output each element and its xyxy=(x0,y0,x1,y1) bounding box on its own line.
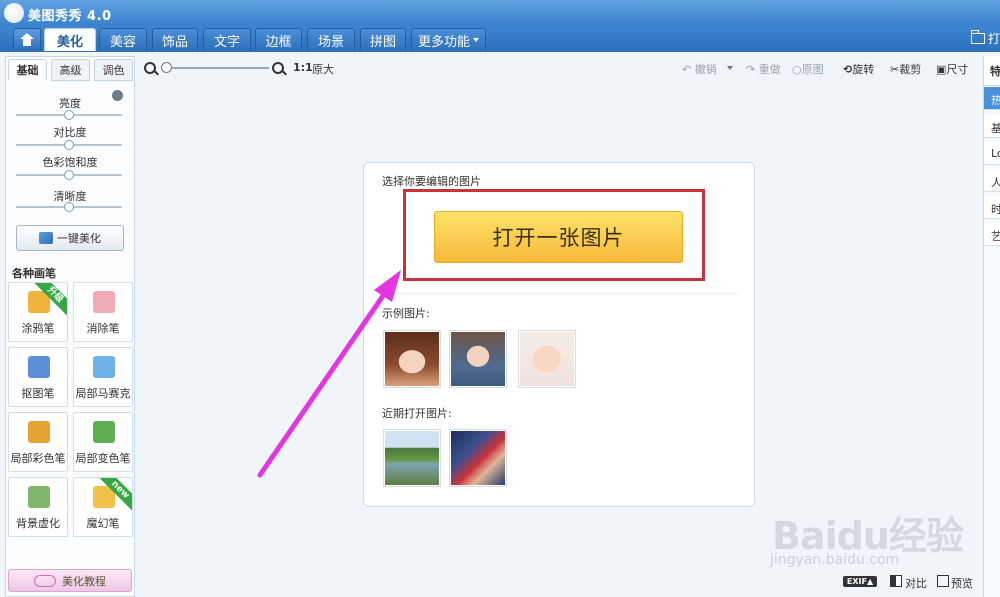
preview-button[interactable]: 预览 xyxy=(951,575,973,591)
right-item-fashion[interactable]: 时 xyxy=(984,196,1000,219)
right-item-hot[interactable]: 热 xyxy=(984,87,1000,110)
compare-icon[interactable] xyxy=(890,575,902,587)
right-panel-header: 特 xyxy=(984,56,1000,86)
preview-icon[interactable] xyxy=(937,575,949,587)
exif-button[interactable]: EXIF▲ xyxy=(843,576,877,587)
right-item-art[interactable]: 艺 xyxy=(984,223,1000,246)
compare-button[interactable]: 对比 xyxy=(905,575,927,591)
watermark-url: jingyan.baidu.com xyxy=(770,552,900,568)
right-item-basic[interactable]: 基 xyxy=(984,115,1000,138)
right-panel: 特 热 基 Lo 人 时 艺 xyxy=(983,56,1000,597)
right-item-lomo[interactable]: Lo xyxy=(984,142,1000,165)
right-item-portrait[interactable]: 人 xyxy=(984,169,1000,192)
